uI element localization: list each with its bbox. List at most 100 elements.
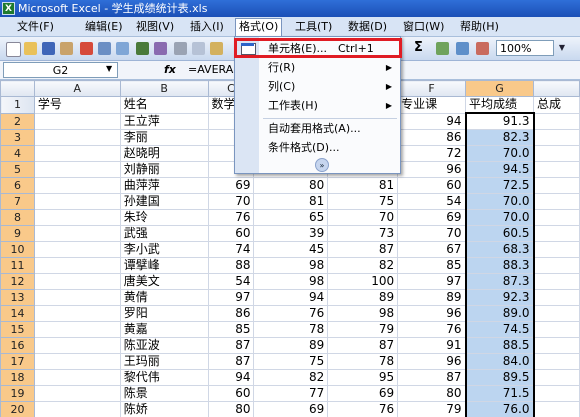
cell-h[interactable] — [533, 273, 580, 290]
row-header[interactable]: 20 — [0, 401, 35, 417]
cell-d[interactable]: 76 — [253, 305, 329, 322]
menu-item-autoformat[interactable]: 自动套用格式(A)... — [260, 120, 400, 138]
cell-h[interactable] — [533, 177, 580, 194]
new-icon[interactable] — [6, 42, 21, 57]
cell-e[interactable]: 73 — [327, 225, 399, 242]
column-header-g[interactable]: G — [465, 80, 534, 97]
sort-ascending-icon[interactable] — [436, 42, 449, 55]
row-header[interactable]: 11 — [0, 257, 35, 274]
cell-f[interactable]: 80 — [397, 385, 467, 402]
menu-item-column[interactable]: 列(C) ▶ — [260, 78, 400, 96]
cell-e[interactable]: 87 — [327, 241, 399, 258]
row-header[interactable]: 1 — [0, 96, 35, 114]
cell-d[interactable]: 81 — [253, 193, 329, 210]
cell-h[interactable] — [533, 305, 580, 322]
cell-c[interactable]: 88 — [207, 257, 255, 274]
cell-h[interactable] — [533, 369, 580, 386]
cell-a1[interactable]: 学号 — [33, 96, 121, 114]
cell-g[interactable]: 60.5 — [464, 225, 535, 242]
cell-g[interactable]: 94.5 — [464, 161, 535, 178]
cell-h[interactable] — [533, 241, 580, 258]
cell-d[interactable]: 69 — [253, 401, 329, 417]
cell-d[interactable]: 75 — [253, 353, 329, 370]
cell-a[interactable] — [33, 225, 121, 242]
cell-f[interactable]: 85 — [397, 257, 467, 274]
row-header[interactable]: 15 — [0, 321, 35, 338]
cell-c[interactable]: 54 — [207, 273, 255, 290]
print-icon[interactable] — [98, 42, 111, 55]
cell-h[interactable] — [533, 337, 580, 354]
row-header[interactable]: 3 — [0, 129, 35, 146]
cell-b[interactable]: 谭擘峰 — [119, 257, 209, 274]
cell-d[interactable]: 82 — [253, 369, 329, 386]
cell-b[interactable]: 李丽 — [119, 129, 209, 146]
cell-g1[interactable]: 平均成绩 — [465, 96, 534, 114]
column-header-h[interactable] — [533, 80, 580, 97]
menu-item-conditional-formatting[interactable]: 条件格式(D)... — [260, 139, 400, 157]
cell-b[interactable]: 陈亚波 — [119, 337, 209, 354]
cell-e[interactable]: 100 — [327, 273, 399, 290]
cell-b1[interactable]: 姓名 — [119, 96, 209, 114]
cell-g[interactable]: 87.3 — [464, 273, 535, 290]
open-icon[interactable] — [24, 42, 37, 55]
column-header-b[interactable]: B — [119, 80, 209, 97]
copy-icon[interactable] — [192, 42, 205, 55]
cell-a[interactable] — [33, 353, 121, 370]
cell-a[interactable] — [33, 273, 121, 290]
cell-a[interactable] — [33, 177, 121, 194]
save-icon[interactable] — [42, 42, 55, 55]
cell-b[interactable]: 唐美文 — [119, 273, 209, 290]
cell-a[interactable] — [33, 257, 121, 274]
cell-a[interactable] — [33, 161, 121, 178]
cell-d[interactable]: 45 — [253, 241, 329, 258]
cell-g[interactable]: 76.0 — [464, 401, 535, 417]
cell-h[interactable] — [533, 321, 580, 338]
cell-e[interactable]: 75 — [327, 193, 399, 210]
row-header[interactable]: 19 — [0, 385, 35, 402]
cell-g[interactable]: 70.0 — [464, 209, 535, 226]
cell-b[interactable]: 曲萍萍 — [119, 177, 209, 194]
menu-file[interactable]: 文件(F) — [14, 19, 57, 35]
cell-c[interactable]: 85 — [207, 321, 255, 338]
name-box[interactable]: G2 — [3, 62, 118, 78]
row-header[interactable]: 10 — [0, 241, 35, 258]
cell-c[interactable]: 97 — [207, 289, 255, 306]
cell-a[interactable] — [33, 129, 121, 146]
cell-h[interactable] — [533, 129, 580, 146]
cell-e[interactable]: 98 — [327, 305, 399, 322]
cell-f1[interactable]: 专业课 — [397, 96, 467, 114]
cell-h[interactable] — [533, 193, 580, 210]
cell-h[interactable] — [533, 385, 580, 402]
cell-g[interactable]: 88.3 — [464, 257, 535, 274]
cell-f[interactable]: 76 — [397, 321, 467, 338]
cell-f[interactable]: 70 — [397, 225, 467, 242]
cell-e[interactable]: 95 — [327, 369, 399, 386]
menu-item-worksheet[interactable]: 工作表(H) ▶ — [260, 97, 400, 115]
menu-data[interactable]: 数据(D) — [345, 19, 390, 35]
cell-f[interactable]: 87 — [397, 369, 467, 386]
row-header[interactable]: 8 — [0, 209, 35, 226]
insert-function-icon[interactable]: fx — [164, 63, 176, 76]
cell-a[interactable] — [33, 289, 121, 306]
cell-f[interactable]: 72 — [397, 145, 467, 162]
zoom-select[interactable]: 100% — [496, 40, 554, 56]
row-header[interactable]: 6 — [0, 177, 35, 194]
row-header[interactable]: 14 — [0, 305, 35, 322]
cell-f[interactable]: 69 — [397, 209, 467, 226]
cell-e[interactable]: 78 — [327, 353, 399, 370]
menu-window[interactable]: 窗口(W) — [400, 19, 447, 35]
cell-a[interactable] — [33, 337, 121, 354]
cell-b[interactable]: 黄嘉 — [119, 321, 209, 338]
cell-f[interactable]: 60 — [397, 177, 467, 194]
cell-d[interactable]: 98 — [253, 273, 329, 290]
cell-b[interactable]: 朱玲 — [119, 209, 209, 226]
column-header-a[interactable]: A — [33, 80, 121, 97]
cell-g[interactable]: 82.3 — [464, 129, 535, 146]
cell-f[interactable]: 67 — [397, 241, 467, 258]
row-header[interactable]: 9 — [0, 225, 35, 242]
cell-e[interactable]: 87 — [327, 337, 399, 354]
cell-e[interactable]: 79 — [327, 321, 399, 338]
cell-g[interactable]: 71.5 — [464, 385, 535, 402]
row-header[interactable]: 7 — [0, 193, 35, 210]
formula-input[interactable]: =AVERA — [188, 63, 233, 76]
